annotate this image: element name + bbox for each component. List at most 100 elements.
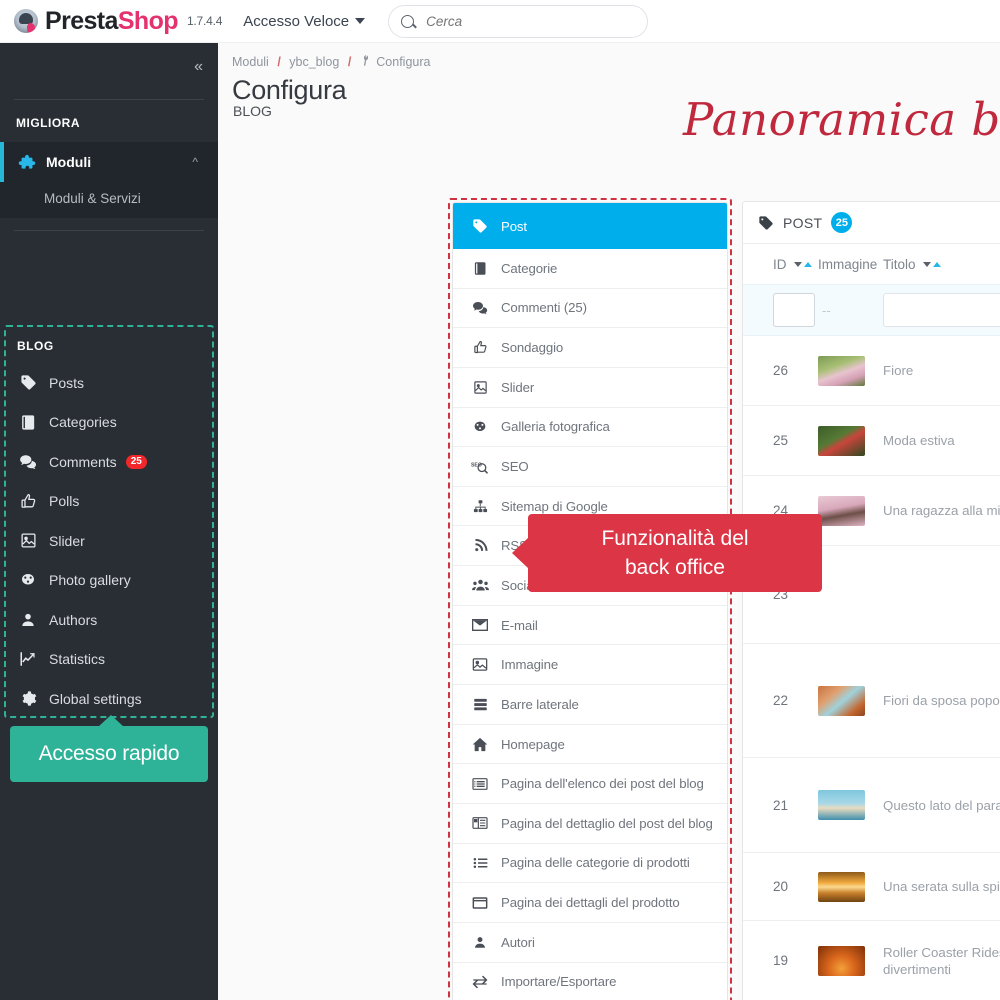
filter-id-cell <box>773 293 818 327</box>
config-item-seo[interactable]: SEO SEO <box>453 447 727 487</box>
sort-asc-icon[interactable] <box>803 261 812 267</box>
config-item-commenti[interactable]: Commenti (25) <box>453 289 727 329</box>
top-bar: PrestaShop 1.7.4.4 Accesso Veloce <box>0 0 1000 43</box>
sort-desc-icon[interactable] <box>793 261 802 267</box>
comments-icon <box>470 300 490 316</box>
breadcrumb-item-ybcblog[interactable]: ybc_blog <box>289 55 339 69</box>
table-row[interactable]: 22 Fiori da sposa popolari Categoria dGi… <box>743 644 1000 758</box>
row-id: 20 <box>773 879 789 894</box>
config-item-blog-post-detail-page[interactable]: Pagina del dettaglio del post del blog <box>453 804 727 844</box>
post-table: ID Immagine Titolo Categorie <box>743 244 1000 1000</box>
search-input[interactable] <box>426 13 617 29</box>
sort-desc-icon[interactable] <box>922 261 931 267</box>
sort-asc-icon[interactable] <box>932 261 941 267</box>
post-panel-title: POST <box>783 214 823 231</box>
config-item-barre-laterale[interactable]: Barre laterale <box>453 685 727 725</box>
config-item-slider[interactable]: Slider <box>453 368 727 408</box>
user-icon <box>470 935 490 950</box>
wrench-icon <box>358 53 373 68</box>
sidebar-item-authors[interactable]: Authors <box>0 600 218 640</box>
svg-text:SEO: SEO <box>471 462 482 468</box>
prestashop-logo[interactable]: PrestaShop <box>14 6 179 36</box>
config-item-post[interactable]: Post <box>453 203 727 249</box>
users-group-icon <box>470 578 490 593</box>
config-item-sondaggio[interactable]: Sondaggio <box>453 328 727 368</box>
config-item-commenti-label: Commenti (25) <box>501 300 587 316</box>
sidebar-item-posts[interactable]: Posts <box>0 363 218 403</box>
breadcrumb-item-configura[interactable]: Configura <box>376 55 430 69</box>
column-header-title[interactable]: Titolo <box>883 257 1000 272</box>
table-filter-row: -- -- <box>743 284 1000 336</box>
post-list-panel: POST 25 ID Immagine Titolo -- 26 Fiore 2… <box>742 201 1000 1000</box>
filter-id-input[interactable] <box>773 293 815 327</box>
quick-access-menu[interactable]: Accesso Veloce <box>243 12 366 30</box>
left-sidebar: « MIGLIORA Moduli ^ Moduli & Servizi BLO… <box>0 43 218 1000</box>
row-thumbnail-cell <box>818 406 883 475</box>
sidebar-item-comments[interactable]: Comments 25 <box>0 442 218 482</box>
row-thumbnail <box>818 790 865 820</box>
camera-icon <box>470 419 490 435</box>
config-item-import-export[interactable]: Importare/Esportare <box>453 963 727 1000</box>
user-icon <box>17 612 39 628</box>
config-item-import-export-label: Importare/Esportare <box>501 974 617 990</box>
version-label: 1.7.4.4 <box>186 14 223 28</box>
row-thumbnail <box>818 355 865 386</box>
config-item-autori[interactable]: Autori <box>453 923 727 963</box>
search-icon <box>401 14 415 28</box>
config-item-immagine[interactable]: Immagine <box>453 645 727 686</box>
sidebar-item-polls[interactable]: Polls <box>0 482 218 522</box>
config-item-product-categories-page[interactable]: Pagina delle categorie di prodotti <box>453 844 727 884</box>
brand-name: PrestaShop <box>45 6 179 36</box>
column-header-id[interactable]: ID <box>773 257 818 272</box>
config-item-blog-post-list-page[interactable]: Pagina dell'elenco dei post del blog <box>453 764 727 804</box>
brand-name-part1: Presta <box>45 6 118 35</box>
config-item-product-categories-label: Pagina delle categorie di prodotti <box>501 855 690 871</box>
callout-red-line1: Funzionalità del <box>601 527 749 550</box>
config-item-galleria-fotografica[interactable]: Galleria fotografica <box>453 408 727 448</box>
config-item-product-detail-label: Pagina dei dettagli del prodotto <box>501 895 680 911</box>
sort-arrows-title[interactable] <box>922 261 941 267</box>
row-thumbnail <box>818 945 865 976</box>
table-row[interactable]: 20 Una serata sulla spiaggia Vita miglio… <box>743 853 1000 921</box>
row-id: 22 <box>773 693 789 708</box>
sidebar-item-statistics[interactable]: Statistics <box>0 640 218 680</box>
breadcrumb-item-moduli[interactable]: Moduli <box>232 55 269 69</box>
home-icon <box>470 737 490 752</box>
table-row[interactable]: 26 Fiore Categoria dVita migliorGioielli… <box>743 336 1000 406</box>
row-title <box>883 546 1000 643</box>
config-item-categorie[interactable]: Categorie <box>453 249 727 289</box>
row-thumbnail-cell <box>818 853 883 920</box>
config-item-homepage[interactable]: Homepage <box>453 725 727 765</box>
config-item-homepage-label: Homepage <box>501 736 565 752</box>
sidebar-item-statistics-label: Statistics <box>49 651 106 668</box>
search-box[interactable] <box>388 4 649 38</box>
tag-icon <box>758 215 774 231</box>
chevron-double-left-icon: « <box>194 58 203 75</box>
row-title: Fiori da sposa popolari <box>883 693 1000 708</box>
config-item-product-detail-page[interactable]: Pagina dei dettagli del prodotto <box>453 883 727 923</box>
callout-funzionalita-back-office: Funzionalità del back office <box>512 514 822 592</box>
sidebar-item-global-settings[interactable]: Global settings <box>0 679 218 719</box>
table-row[interactable]: 21 Questo lato del paradiso Categoria dV… <box>743 758 1000 853</box>
app-root: PrestaShop 1.7.4.4 Accesso Veloce « MIGL… <box>0 0 1000 1000</box>
sort-arrows-id[interactable] <box>793 261 812 267</box>
row-thumbnail <box>818 495 865 526</box>
table-row[interactable]: 25 Moda estiva FioreGioielliDivertimen <box>743 406 1000 476</box>
sidebar-collapse-button[interactable]: « <box>0 43 218 91</box>
sidebar-item-categories[interactable]: Categories <box>0 403 218 443</box>
sidebar-item-photo-gallery[interactable]: Photo gallery <box>0 561 218 601</box>
image-slider-icon <box>470 380 490 395</box>
columns-icon <box>470 816 490 830</box>
sidebar-item-moduli[interactable]: Moduli ^ <box>0 142 218 182</box>
table-row[interactable]: 19 Roller Coaster Rides al parco di dive… <box>743 921 1000 1000</box>
sidebar-item-slider[interactable]: Slider <box>0 521 218 561</box>
gear-icon <box>17 690 39 707</box>
sidebar-subitem-moduli-servizi[interactable]: Moduli & Servizi <box>0 182 218 218</box>
sidebar-item-polls-label: Polls <box>49 493 80 510</box>
column-header-id-label: ID <box>773 256 787 272</box>
image-slider-icon <box>17 532 39 549</box>
config-item-email[interactable]: E-mail <box>453 606 727 646</box>
quick-access-label: Accesso Veloce <box>243 12 350 30</box>
filter-title-input[interactable] <box>883 293 1000 327</box>
row-id: 26 <box>773 363 789 378</box>
